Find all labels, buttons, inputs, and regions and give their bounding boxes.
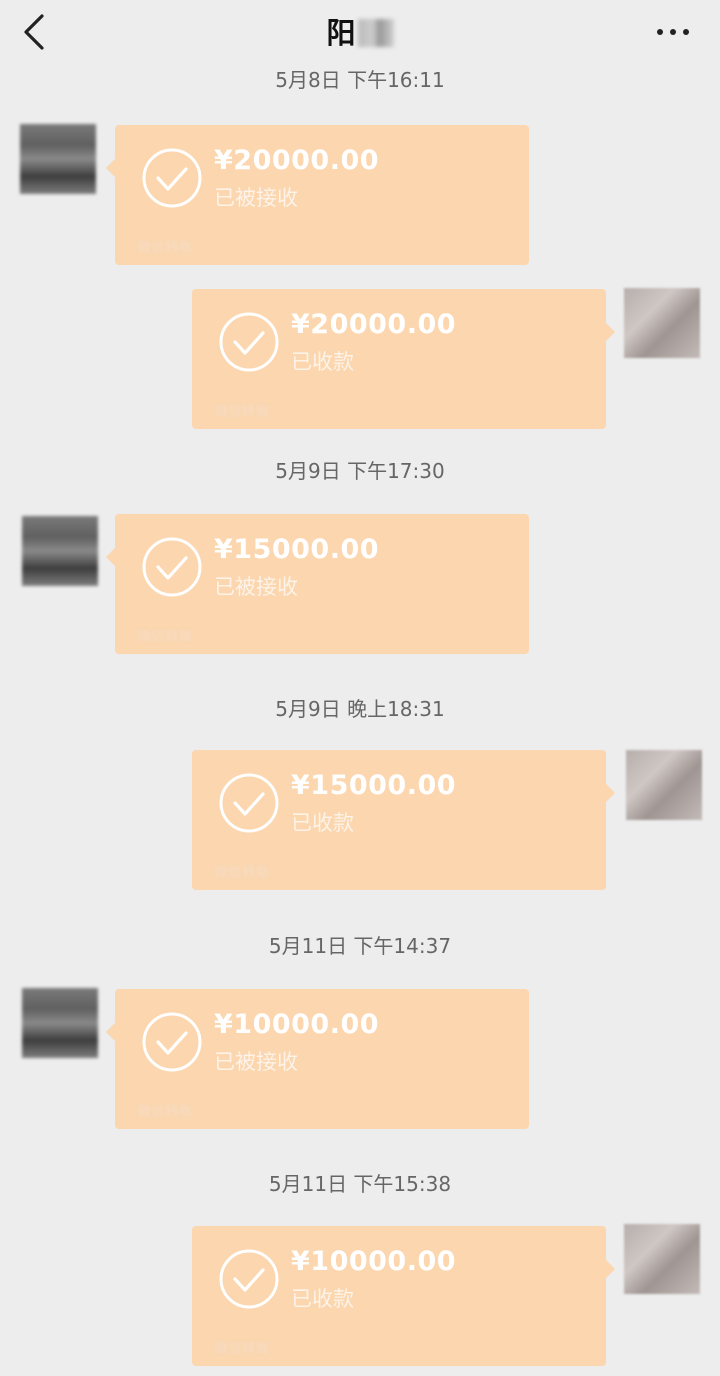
contact-avatar[interactable] <box>22 516 98 586</box>
bubble-tail <box>606 784 615 802</box>
timestamp: 5月11日 下午15:38 <box>268 1172 452 1196</box>
transfer-type-label: 微信转账 <box>214 404 270 420</box>
transfer-amount: ¥20000.00 <box>214 145 380 176</box>
bubble-tail <box>606 323 615 341</box>
transfer-type-label: 微信转账 <box>214 865 270 881</box>
transfer-amount: ¥15000.00 <box>291 770 457 801</box>
transfer-amount: ¥15000.00 <box>214 534 380 565</box>
transfer-status: 已被接收 <box>214 575 298 599</box>
my-avatar[interactable] <box>624 288 700 358</box>
transfer-message-bubble[interactable]: ¥15000.00 已被接收 微信转账 <box>106 514 529 654</box>
transfer-status: 已收款 <box>291 1287 354 1311</box>
more-options-icon[interactable] <box>650 18 696 46</box>
transfer-type-label: 微信转账 <box>214 1341 270 1357</box>
transfer-type-label: 微信转账 <box>137 240 193 256</box>
transfer-message-bubble[interactable]: ¥20000.00 已被接收 微信转账 <box>106 125 529 265</box>
transfer-message-bubble[interactable]: ¥15000.00 已收款 微信转账 <box>192 750 615 890</box>
check-circle-icon <box>219 1249 279 1309</box>
my-avatar[interactable] <box>624 1224 700 1294</box>
transfer-message-bubble[interactable]: ¥10000.00 已收款 微信转账 <box>192 1226 615 1366</box>
bubble-tail <box>606 1260 615 1278</box>
contact-avatar[interactable] <box>20 124 96 194</box>
transfer-amount: ¥10000.00 <box>214 1009 380 1040</box>
transfer-amount: ¥10000.00 <box>291 1246 457 1277</box>
transfer-type-label: 微信转账 <box>137 1104 193 1120</box>
timestamp: 5月8日 下午16:11 <box>275 68 445 92</box>
transfer-status: 已被接收 <box>214 186 298 210</box>
bubble-tail <box>106 1023 115 1041</box>
bubble-tail <box>106 548 115 566</box>
transfer-message-bubble[interactable]: ¥20000.00 已收款 微信转账 <box>192 289 615 429</box>
timestamp: 5月11日 下午14:37 <box>268 934 452 958</box>
check-circle-icon <box>219 312 279 372</box>
transfer-type-label: 微信转账 <box>137 629 193 645</box>
check-circle-icon <box>142 1012 202 1072</box>
transfer-status: 已收款 <box>291 350 354 374</box>
chat-header: 阳 <box>0 0 720 62</box>
bubble-tail <box>106 159 115 177</box>
chat-title: 阳 <box>0 10 720 52</box>
contact-avatar[interactable] <box>22 988 98 1058</box>
transfer-status: 已被接收 <box>214 1050 298 1074</box>
my-avatar[interactable] <box>626 750 702 820</box>
check-circle-icon <box>219 773 279 833</box>
timestamp: 5月9日 晚上18:31 <box>275 697 445 721</box>
transfer-status: 已收款 <box>291 811 354 835</box>
transfer-amount: ¥20000.00 <box>291 309 457 340</box>
check-circle-icon <box>142 148 202 208</box>
timestamp: 5月9日 下午17:30 <box>275 459 445 483</box>
contact-name: 阳 <box>326 16 356 50</box>
check-circle-icon <box>142 537 202 597</box>
redacted-name-blur <box>357 19 394 47</box>
transfer-message-bubble[interactable]: ¥10000.00 已被接收 微信转账 <box>106 989 529 1129</box>
